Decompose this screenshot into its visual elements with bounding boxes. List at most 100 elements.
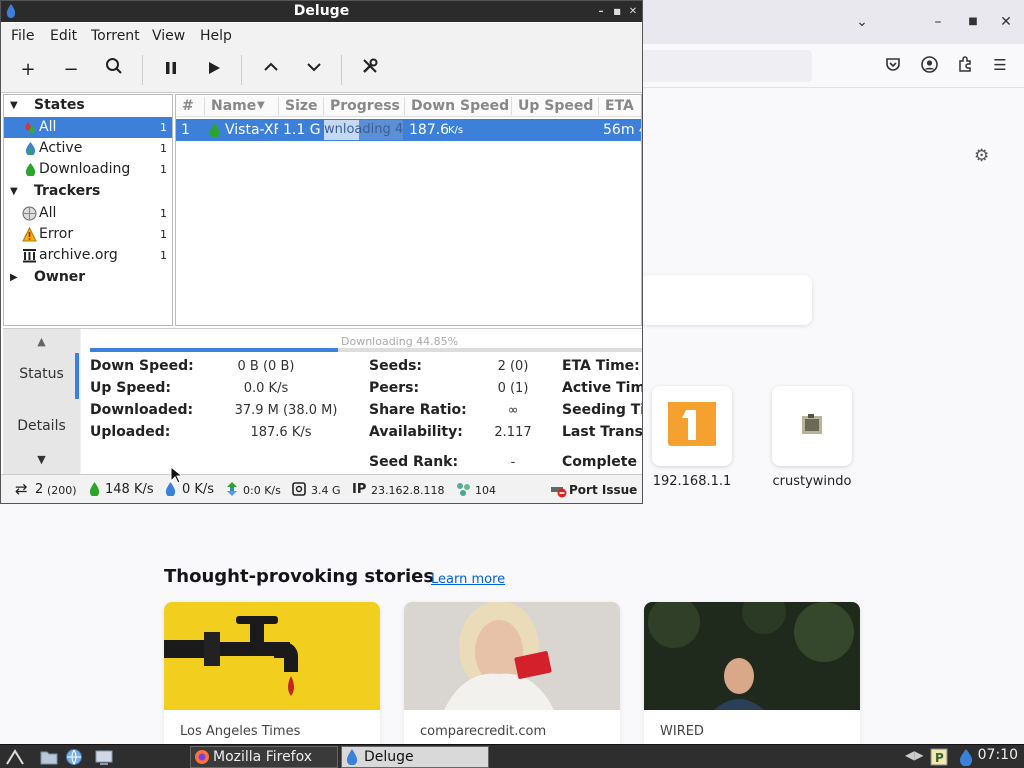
- expand-right-icon[interactable]: ▶: [10, 267, 18, 288]
- taskbar-label: Mozilla Firefox: [213, 749, 313, 765]
- sidebar-item-all-trackers[interactable]: All 1: [4, 203, 172, 224]
- pocket-icon[interactable]: [884, 56, 902, 74]
- show-desktop-icon[interactable]: [95, 748, 113, 766]
- column-name[interactable]: Name: [211, 98, 256, 114]
- menu-file[interactable]: File: [11, 28, 34, 44]
- menu-icon[interactable]: ☰: [991, 56, 1009, 74]
- search-icon[interactable]: [101, 57, 127, 83]
- external-ip[interactable]: 23.162.8.118: [371, 484, 444, 497]
- menu-torrent[interactable]: Torrent: [91, 28, 140, 44]
- minimize-icon[interactable]: –: [928, 12, 948, 32]
- story-card[interactable]: comparecredit.com: [404, 602, 620, 744]
- minimize-icon[interactable]: –: [593, 1, 609, 22]
- upload-speed[interactable]: 0 K/s: [182, 482, 214, 497]
- remove-icon[interactable]: −: [58, 57, 84, 83]
- sidebar-item-error[interactable]: Error 1: [4, 224, 172, 245]
- sidebar-item-downloading[interactable]: Downloading 1: [4, 159, 172, 180]
- dht-nodes[interactable]: 104: [475, 484, 496, 497]
- expand-down-icon[interactable]: ▼: [10, 95, 18, 116]
- tray-p-icon[interactable]: P: [930, 748, 948, 766]
- port-issue-icon[interactable]: [551, 484, 567, 498]
- maximize-icon[interactable]: ■: [609, 1, 625, 22]
- shortcut-tile-crustywindo[interactable]: [772, 386, 852, 466]
- network-icon[interactable]: [65, 748, 83, 766]
- torrent-size: 1.1 G: [283, 122, 321, 138]
- file-manager-icon[interactable]: [40, 748, 58, 766]
- account-icon[interactable]: [920, 56, 938, 74]
- value-downloaded: 37.9 M (38.0 M): [234, 403, 338, 418]
- progress-text: wnloading 4: [324, 122, 403, 137]
- tray-arrows-icon[interactable]: ◀▶: [905, 748, 923, 762]
- column-size[interactable]: Size: [285, 98, 318, 114]
- protocol-traffic-icon[interactable]: [225, 482, 239, 496]
- play-icon[interactable]: [201, 57, 227, 83]
- column-down-speed[interactable]: Down Speed: [411, 98, 509, 114]
- menu-help[interactable]: Help: [200, 28, 232, 44]
- story-card[interactable]: WIRED: [644, 602, 860, 744]
- scroll-up-icon[interactable]: ▲: [3, 335, 80, 348]
- sidebar-header-label: States: [34, 97, 85, 113]
- download-speed-icon[interactable]: [89, 482, 100, 496]
- port-issue-label[interactable]: Port Issue: [569, 483, 637, 497]
- move-down-icon[interactable]: [301, 57, 327, 83]
- connections-max[interactable]: (200): [47, 484, 77, 497]
- close-icon[interactable]: ✕: [996, 12, 1016, 32]
- url-bar[interactable]: [640, 50, 812, 82]
- list-tabs-icon[interactable]: ⌄: [852, 12, 872, 32]
- connections-count[interactable]: 2: [35, 482, 43, 497]
- disk-space-icon[interactable]: [292, 482, 306, 496]
- sidebar-header-label: Owner: [34, 269, 86, 285]
- sidebar-item-all-states[interactable]: All 1: [4, 117, 172, 138]
- upload-speed-icon[interactable]: [165, 482, 176, 496]
- ip-label: IP: [352, 482, 367, 497]
- tab-status[interactable]: Status: [3, 366, 80, 382]
- sidebar-header-owner[interactable]: ▶ Owner: [4, 267, 172, 288]
- menu-view[interactable]: View: [152, 28, 185, 44]
- torrent-row[interactable]: 1 Vista-XF 1.1 G wnloading 4 187.6 K/s 5…: [176, 119, 641, 141]
- toolbar: + −: [1, 47, 642, 93]
- extensions-icon[interactable]: [956, 56, 974, 74]
- sidebar-header-states[interactable]: ▼ States: [4, 95, 172, 116]
- sidebar-item-archive-org[interactable]: archive.org 1: [4, 245, 172, 266]
- column-up-speed[interactable]: Up Speed: [518, 98, 593, 114]
- deluge-window: Deluge – ■ ✕ File Edit Torrent View Help…: [0, 0, 643, 504]
- tab-details[interactable]: Details: [3, 418, 80, 434]
- start-menu-icon[interactable]: [6, 748, 24, 766]
- free-disk-space[interactable]: 3.4 G: [311, 484, 341, 497]
- column-separator: [323, 97, 324, 115]
- toolbar-separator: [341, 55, 342, 85]
- shortcut-tile-router[interactable]: [652, 386, 732, 466]
- add-icon[interactable]: +: [15, 57, 41, 83]
- downloading-drop-icon: [25, 163, 36, 176]
- taskbar-firefox[interactable]: Mozilla Firefox: [190, 746, 338, 768]
- close-icon[interactable]: ✕: [625, 1, 641, 22]
- preferences-icon[interactable]: [357, 57, 383, 83]
- column-eta[interactable]: ETA: [605, 98, 634, 114]
- column-progress[interactable]: Progress: [330, 98, 400, 114]
- torrent-name: Vista-XF: [225, 122, 278, 138]
- search-box[interactable]: [640, 275, 812, 325]
- pause-icon[interactable]: [158, 57, 184, 83]
- download-speed[interactable]: 148 K/s: [105, 482, 154, 497]
- label-complete-seen: Complete S: [562, 454, 642, 470]
- dht-nodes-icon[interactable]: [456, 482, 471, 497]
- clock[interactable]: 07:10: [978, 747, 1018, 763]
- sidebar-item-active[interactable]: Active 1: [4, 138, 172, 159]
- menu-edit[interactable]: Edit: [50, 28, 77, 44]
- connections-icon[interactable]: ⇄: [15, 480, 28, 498]
- title-bar[interactable]: Deluge – ■ ✕: [1, 1, 642, 22]
- protocol-traffic[interactable]: 0:0 K/s: [243, 484, 281, 497]
- story-card[interactable]: Los Angeles Times: [164, 602, 380, 744]
- taskbar-deluge[interactable]: Deluge: [341, 746, 489, 768]
- tray-deluge-icon[interactable]: [957, 748, 975, 766]
- maximize-icon[interactable]: ■: [963, 12, 983, 32]
- learn-more-link[interactable]: Learn more: [431, 572, 505, 587]
- move-up-icon[interactable]: [258, 57, 284, 83]
- settings-gear-icon[interactable]: ⚙: [974, 146, 989, 166]
- column-number[interactable]: #: [182, 98, 194, 114]
- expand-down-icon[interactable]: ▼: [10, 181, 18, 202]
- value-down-speed: 0 B (0 B): [237, 359, 295, 374]
- window-title: Deluge: [293, 3, 350, 19]
- sidebar-header-trackers[interactable]: ▼ Trackers: [4, 181, 172, 202]
- scroll-down-icon[interactable]: ▼: [3, 453, 80, 466]
